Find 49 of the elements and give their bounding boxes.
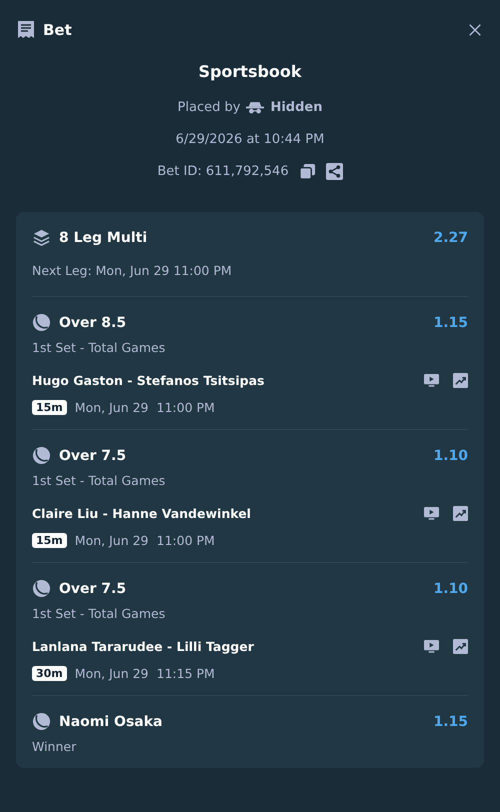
time-badge: 15m xyxy=(32,533,67,548)
market-name: 1st Set - Total Games xyxy=(32,473,166,488)
multi-title: 8 Leg Multi xyxy=(59,230,148,246)
tennis-ball-icon xyxy=(32,579,51,598)
tennis-ball-icon xyxy=(32,313,51,332)
incognito-icon xyxy=(246,100,264,114)
live-stream-icon[interactable] xyxy=(424,373,439,388)
placed-by-user: Hidden xyxy=(270,100,322,114)
placed-date: 6/29/2026 at 10:44 PM xyxy=(176,130,324,148)
next-leg-time: Next Leg: Mon, Jun 29 11:00 PM xyxy=(32,263,233,278)
tennis-ball-icon xyxy=(32,446,51,465)
live-stream-icon[interactable] xyxy=(424,506,439,521)
stats-icon[interactable] xyxy=(453,639,468,654)
selection-name: Over 7.5 xyxy=(59,448,128,464)
bet-id: Bet ID: 611,792,546 xyxy=(157,164,289,178)
event-date: Mon, Jun 29 xyxy=(74,533,148,548)
odds: 1.10 xyxy=(433,448,468,464)
event-time: 11:00 PM xyxy=(156,533,215,548)
odds: 1.15 xyxy=(433,714,468,730)
market-name: 1st Set - Total Games xyxy=(32,340,166,355)
stats-icon[interactable] xyxy=(453,373,468,388)
layers-icon xyxy=(32,228,51,247)
dialog-title: Bet xyxy=(43,21,73,39)
live-stream-icon[interactable] xyxy=(424,639,439,654)
selection-name: Naomi Osaka xyxy=(59,714,164,730)
odds: 1.15 xyxy=(433,314,468,330)
copy-icon[interactable] xyxy=(298,162,316,180)
time-badge: 15m xyxy=(32,400,67,415)
share-icon[interactable] xyxy=(326,162,343,180)
receipt-icon xyxy=(17,20,35,40)
market-name: Winner xyxy=(32,739,78,754)
market-name: 1st Set - Total Games xyxy=(32,606,166,621)
event-date: Mon, Jun 29 xyxy=(74,400,148,415)
match-name[interactable]: Hugo Gaston - Stefanos Tsitsipas xyxy=(32,373,410,388)
placed-by-label: Placed by xyxy=(178,100,240,114)
match-name[interactable]: Claire Liu - Hanne Vandewinkel xyxy=(32,506,410,521)
source-title: Sportsbook xyxy=(198,62,302,83)
time-badge: 30m xyxy=(32,666,67,681)
event-time: 11:15 PM xyxy=(156,666,215,681)
close-icon[interactable] xyxy=(468,23,482,37)
tennis-ball-icon xyxy=(32,712,51,731)
selection-name: Over 8.5 xyxy=(59,314,128,330)
stats-icon[interactable] xyxy=(453,506,468,521)
event-time: 11:00 PM xyxy=(156,400,215,415)
odds: 1.10 xyxy=(433,580,468,596)
match-name[interactable]: Lanlana Tararudee - Lilli Tagger xyxy=(32,639,410,654)
odds: 2.27 xyxy=(433,230,468,246)
selection-name: Over 7.5 xyxy=(59,580,128,596)
event-date: Mon, Jun 29 xyxy=(74,666,148,681)
